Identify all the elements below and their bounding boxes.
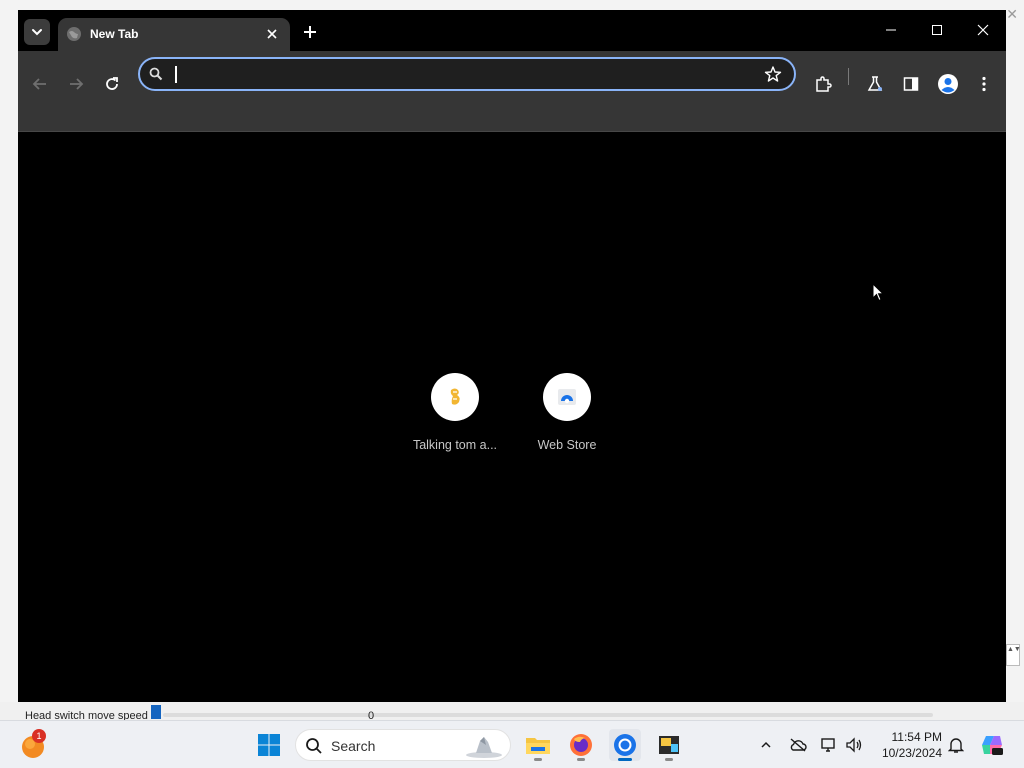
star-icon[interactable] bbox=[764, 65, 782, 83]
minimize-icon bbox=[886, 29, 896, 31]
web-store-icon bbox=[558, 389, 576, 405]
app-running-indicator bbox=[665, 758, 673, 761]
shortcut-label: Talking tom a... bbox=[412, 438, 498, 452]
notification-badge: 1 bbox=[32, 729, 46, 743]
volume-icon bbox=[846, 737, 862, 753]
menu-button[interactable] bbox=[970, 70, 998, 98]
app-icon bbox=[659, 736, 679, 754]
reload-icon bbox=[106, 77, 118, 90]
tab-title: New Tab bbox=[90, 27, 139, 41]
profile-icon bbox=[938, 74, 958, 94]
search-highlight-illustration bbox=[466, 737, 502, 758]
new-tab-page: Talking tom a... Web Store bbox=[18, 133, 1006, 702]
chevron-down-icon bbox=[32, 29, 42, 36]
maximize-button[interactable] bbox=[914, 18, 960, 42]
side-panel-icon bbox=[903, 77, 919, 91]
tab-search-button[interactable] bbox=[24, 19, 50, 45]
side-panel-button[interactable] bbox=[897, 70, 925, 98]
taskbar-search-box[interactable]: Search bbox=[295, 729, 511, 761]
taskbar-file-explorer[interactable] bbox=[522, 729, 554, 761]
windows-start-icon[interactable] bbox=[257, 733, 281, 757]
tab-new-tab[interactable]: New Tab bbox=[58, 18, 290, 51]
browser-toolbar bbox=[18, 51, 1006, 132]
toolbar-separator bbox=[848, 68, 849, 85]
taskbar: 1 Search 11:54 PM 10/23/2024 bbox=[0, 720, 1024, 768]
network-tray-button[interactable] bbox=[819, 735, 839, 755]
maximize-icon bbox=[932, 25, 942, 35]
globe-icon bbox=[67, 27, 81, 41]
shortcut-web-store[interactable]: Web Store bbox=[511, 133, 623, 452]
taskbar-firefox[interactable] bbox=[565, 729, 597, 761]
address-bar[interactable] bbox=[138, 57, 796, 91]
background-close-icon[interactable]: ✕ bbox=[1006, 6, 1018, 23]
new-tab-button[interactable] bbox=[298, 20, 322, 44]
bell-icon bbox=[948, 738, 964, 753]
mouse-cursor-icon bbox=[872, 283, 884, 302]
copilot-button[interactable] bbox=[980, 733, 1004, 757]
close-icon bbox=[267, 29, 277, 39]
browser-window: New Tab Talking tom a... Web Store bbox=[18, 10, 1006, 702]
file-explorer-icon bbox=[526, 738, 550, 754]
search-icon bbox=[306, 738, 322, 754]
reload-button[interactable] bbox=[98, 70, 126, 98]
labs-button[interactable] bbox=[861, 70, 889, 98]
shortcut-talking-tom[interactable]: Talking tom a... bbox=[399, 133, 511, 452]
talking-tom-icon bbox=[450, 388, 460, 405]
shortcut-label: Web Store bbox=[537, 438, 597, 452]
chevron-up-icon bbox=[761, 741, 771, 748]
onedrive-icon bbox=[790, 738, 807, 752]
text-caret bbox=[175, 66, 177, 83]
notifications-button[interactable] bbox=[946, 735, 966, 755]
network-icon bbox=[821, 738, 835, 752]
tab-close-button[interactable] bbox=[262, 24, 282, 44]
head-switch-speed-slider-thumb[interactable] bbox=[151, 705, 161, 719]
labs-icon bbox=[867, 76, 883, 91]
minimize-button[interactable] bbox=[868, 18, 914, 42]
taskbar-app[interactable] bbox=[653, 729, 685, 761]
onedrive-tray-button[interactable] bbox=[788, 735, 808, 755]
window-close-button[interactable] bbox=[960, 18, 1006, 42]
search-icon bbox=[149, 67, 163, 81]
clock-time[interactable]: 11:54 PM bbox=[872, 729, 942, 745]
head-switch-speed-slider-track[interactable] bbox=[163, 713, 933, 717]
extensions-button[interactable] bbox=[809, 70, 837, 98]
forward-icon bbox=[70, 78, 84, 90]
taskbar-search-placeholder: Search bbox=[331, 738, 376, 754]
menu-icon bbox=[982, 76, 986, 92]
browser-titlebar: New Tab bbox=[18, 10, 1006, 51]
clock-date[interactable]: 10/23/2024 bbox=[872, 745, 942, 761]
close-icon bbox=[977, 24, 989, 36]
plus-icon bbox=[304, 26, 316, 38]
shortcut-icon-circle bbox=[431, 373, 479, 421]
volume-tray-button[interactable] bbox=[844, 735, 864, 755]
back-icon bbox=[32, 78, 46, 90]
shortcut-icon-circle bbox=[543, 373, 591, 421]
show-hidden-icons-button[interactable] bbox=[756, 735, 776, 755]
firefox-icon bbox=[570, 734, 592, 756]
app-running-indicator bbox=[577, 758, 585, 761]
chrome-icon bbox=[614, 734, 636, 756]
profile-button[interactable] bbox=[934, 70, 962, 98]
background-scroll-arrows[interactable]: ▲▼ bbox=[1006, 644, 1021, 666]
back-button[interactable] bbox=[26, 70, 54, 98]
app-running-indicator bbox=[534, 758, 542, 761]
copilot-icon bbox=[982, 736, 1003, 755]
forward-button[interactable] bbox=[62, 70, 90, 98]
taskbar-chrome[interactable] bbox=[609, 729, 641, 761]
extensions-icon bbox=[816, 76, 832, 92]
app-active-indicator bbox=[618, 758, 632, 761]
address-input[interactable] bbox=[172, 64, 752, 84]
